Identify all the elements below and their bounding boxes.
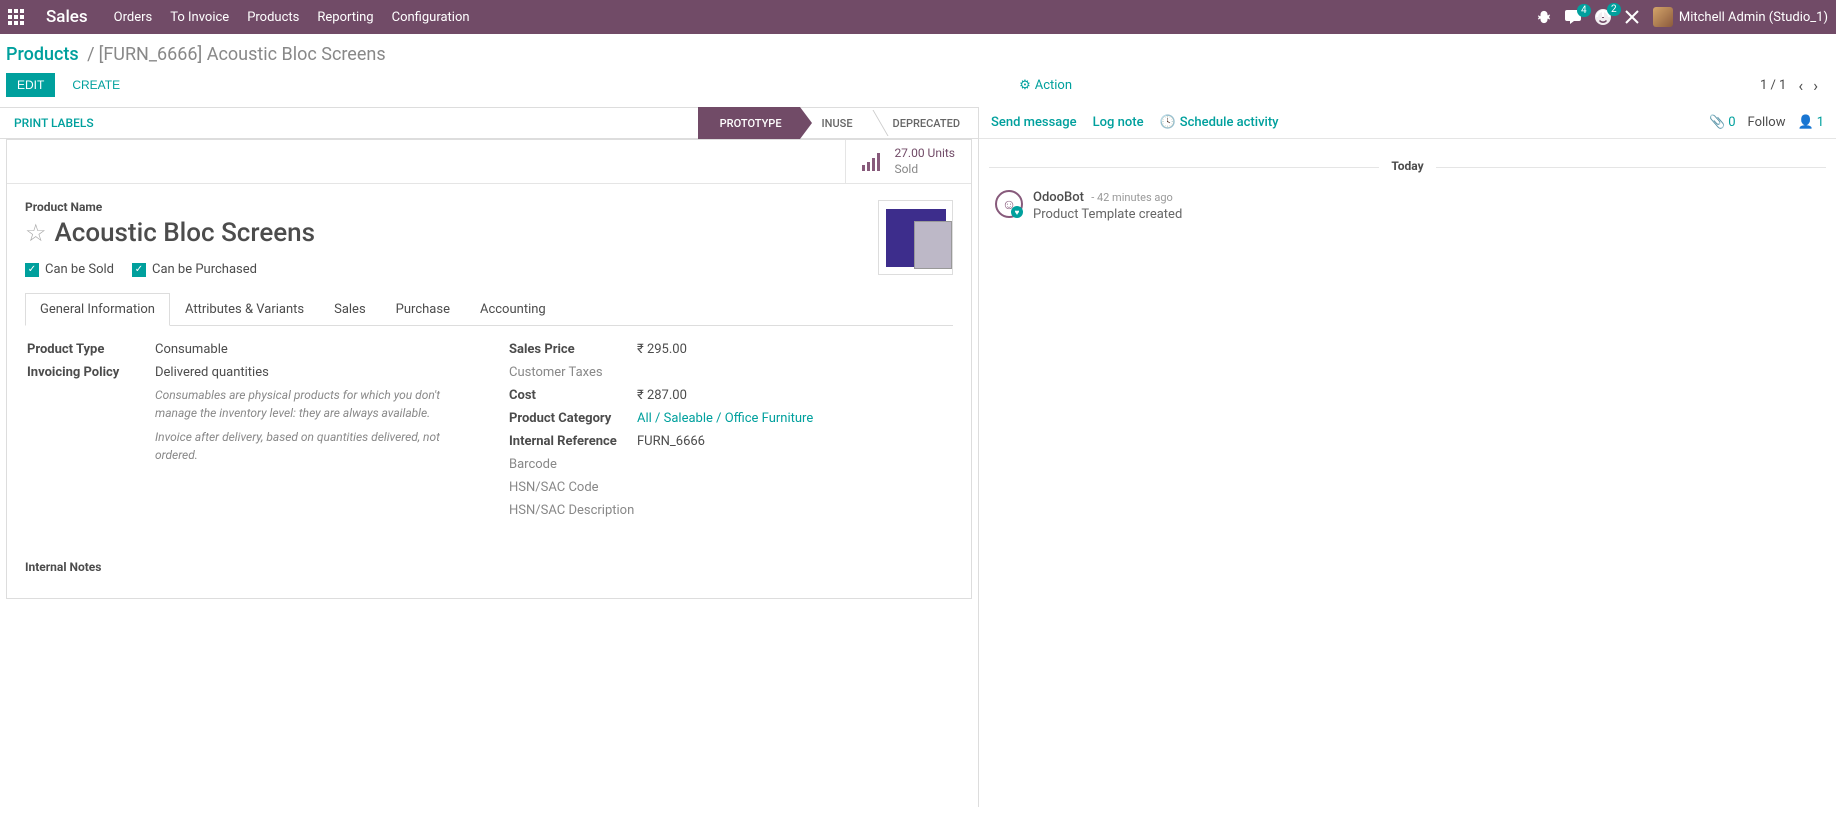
chatter: Send message Log note 🕓 Schedule activit… bbox=[978, 107, 1836, 807]
can-be-sold-label: Can be Sold bbox=[45, 262, 114, 277]
internal-reference-label: Internal Reference bbox=[509, 434, 637, 449]
tab-general-information[interactable]: General Information bbox=[25, 293, 170, 326]
edit-button[interactable]: EDIT bbox=[6, 73, 55, 97]
sold-stat-value: 27.00 Units bbox=[894, 146, 955, 162]
gear-icon: ⚙ bbox=[1019, 78, 1031, 93]
internal-notes-label: Internal Notes bbox=[25, 560, 953, 574]
sales-price-value: ₹ 295.00 bbox=[637, 342, 687, 357]
cost-label: Cost bbox=[509, 388, 637, 403]
product-category-label: Product Category bbox=[509, 411, 637, 426]
chatter-date-label: Today bbox=[1379, 159, 1435, 173]
nav-products[interactable]: Products bbox=[247, 10, 299, 25]
user-menu[interactable]: Mitchell Admin (Studio_1) bbox=[1653, 7, 1828, 27]
odoobot-avatar: ☺ bbox=[995, 190, 1023, 218]
can-be-sold-checkbox[interactable]: ✓ Can be Sold bbox=[25, 262, 114, 277]
activities-badge: 2 bbox=[1607, 3, 1621, 16]
product-image[interactable] bbox=[878, 200, 953, 275]
log-note-button[interactable]: Log note bbox=[1093, 115, 1144, 130]
chatter-message: ☺ OdooBot - 42 minutes ago Product Templ… bbox=[989, 186, 1826, 226]
action-label: Action bbox=[1035, 78, 1072, 93]
pager-prev-icon[interactable]: ‹ bbox=[1796, 76, 1805, 95]
check-icon: ✓ bbox=[25, 263, 39, 277]
invoicing-policy-label: Invoicing Policy bbox=[27, 365, 155, 380]
pager-next-icon[interactable]: › bbox=[1811, 76, 1820, 95]
statusbar: PRINT LABELS PROTOTYPE INUSE DEPRECATED bbox=[0, 107, 978, 139]
messages-badge: 4 bbox=[1577, 4, 1591, 17]
nav-orders[interactable]: Orders bbox=[114, 10, 153, 25]
create-button[interactable]: CREATE bbox=[61, 73, 131, 97]
print-labels-button[interactable]: PRINT LABELS bbox=[0, 116, 108, 130]
send-message-button[interactable]: Send message bbox=[991, 115, 1077, 130]
message-author[interactable]: OdooBot bbox=[1033, 190, 1084, 205]
product-name-label: Product Name bbox=[25, 200, 878, 214]
breadcrumb: Products /[FURN_6666] Acoustic Bloc Scre… bbox=[0, 34, 1836, 65]
tab-accounting[interactable]: Accounting bbox=[465, 293, 561, 325]
nav-configuration[interactable]: Configuration bbox=[392, 10, 470, 25]
hsn-code-label: HSN/SAC Code bbox=[509, 480, 637, 495]
breadcrumb-separator: / bbox=[87, 44, 94, 65]
pager-text: 1 / 1 bbox=[1760, 78, 1786, 93]
tab-attributes-variants[interactable]: Attributes & Variants bbox=[170, 293, 319, 325]
breadcrumb-current: [FURN_6666] Acoustic Bloc Screens bbox=[99, 44, 386, 65]
product-type-value: Consumable bbox=[155, 342, 228, 357]
message-time: - 42 minutes ago bbox=[1091, 191, 1173, 204]
internal-reference-value: FURN_6666 bbox=[637, 434, 705, 449]
status-prototype[interactable]: PROTOTYPE bbox=[698, 107, 800, 139]
barcode-label: Barcode bbox=[509, 457, 637, 472]
pager: 1 / 1 ‹ › bbox=[1760, 76, 1820, 95]
nav-to-invoice[interactable]: To Invoice bbox=[170, 10, 229, 25]
attachment-count[interactable]: 📎0 bbox=[1709, 115, 1736, 130]
activities-icon[interactable]: 2 bbox=[1595, 9, 1611, 25]
app-brand[interactable]: Sales bbox=[46, 7, 88, 27]
product-category-value[interactable]: All / Saleable / Office Furniture bbox=[637, 411, 813, 426]
consumable-help-text: Consumables are physical products for wh… bbox=[155, 386, 445, 422]
product-type-label: Product Type bbox=[27, 342, 155, 357]
invoice-help-text: Invoice after delivery, based on quantit… bbox=[155, 428, 445, 464]
check-icon: ✓ bbox=[132, 263, 146, 277]
status-deprecated[interactable]: DEPRECATED bbox=[871, 107, 978, 139]
user-name: Mitchell Admin (Studio_1) bbox=[1679, 10, 1828, 25]
message-body: Product Template created bbox=[1033, 207, 1182, 222]
invoicing-policy-value: Delivered quantities bbox=[155, 365, 445, 380]
paperclip-icon: 📎 bbox=[1709, 115, 1725, 130]
follow-button[interactable]: Follow bbox=[1748, 115, 1786, 130]
action-menu[interactable]: ⚙ Action bbox=[1019, 78, 1072, 93]
customer-taxes-label: Customer Taxes bbox=[509, 365, 637, 380]
cost-value: ₹ 287.00 bbox=[637, 388, 687, 403]
nav-reporting[interactable]: Reporting bbox=[317, 10, 373, 25]
sales-price-label: Sales Price bbox=[509, 342, 637, 357]
follower-count[interactable]: 👤1 bbox=[1798, 115, 1825, 130]
breadcrumb-root[interactable]: Products bbox=[6, 44, 79, 65]
close-studio-icon[interactable] bbox=[1625, 10, 1639, 24]
schedule-activity-label: Schedule activity bbox=[1180, 115, 1279, 130]
can-be-purchased-label: Can be Purchased bbox=[152, 262, 257, 277]
tab-sales[interactable]: Sales bbox=[319, 293, 381, 325]
hsn-desc-label: HSN/SAC Description bbox=[509, 503, 637, 518]
clock-icon: 🕓 bbox=[1160, 115, 1176, 130]
sold-stat-label: Sold bbox=[894, 162, 955, 178]
product-name: Acoustic Bloc Screens bbox=[55, 218, 316, 248]
user-icon: 👤 bbox=[1798, 115, 1814, 130]
tab-purchase[interactable]: Purchase bbox=[381, 293, 465, 325]
can-be-purchased-checkbox[interactable]: ✓ Can be Purchased bbox=[132, 262, 257, 277]
control-bar: EDIT CREATE ⚙ Action 1 / 1 ‹ › bbox=[0, 65, 1836, 107]
apps-icon[interactable] bbox=[8, 9, 24, 25]
debug-icon[interactable] bbox=[1537, 10, 1551, 24]
favorite-star-icon[interactable]: ☆ bbox=[25, 219, 47, 247]
form-sheet: 27.00 Units Sold Product Name ☆ Acoustic… bbox=[6, 139, 972, 599]
follower-count-value: 1 bbox=[1817, 115, 1824, 130]
schedule-activity-button[interactable]: 🕓 Schedule activity bbox=[1160, 115, 1279, 130]
messages-icon[interactable]: 4 bbox=[1565, 10, 1581, 24]
top-navbar: Sales Orders To Invoice Products Reporti… bbox=[0, 0, 1836, 34]
sold-stat-button[interactable]: 27.00 Units Sold bbox=[845, 140, 971, 183]
attach-count-value: 0 bbox=[1728, 115, 1735, 130]
chatter-date-separator: Today bbox=[989, 159, 1826, 174]
tabs: General Information Attributes & Variant… bbox=[25, 293, 953, 326]
user-avatar bbox=[1653, 7, 1673, 27]
bar-chart-icon bbox=[862, 153, 884, 171]
